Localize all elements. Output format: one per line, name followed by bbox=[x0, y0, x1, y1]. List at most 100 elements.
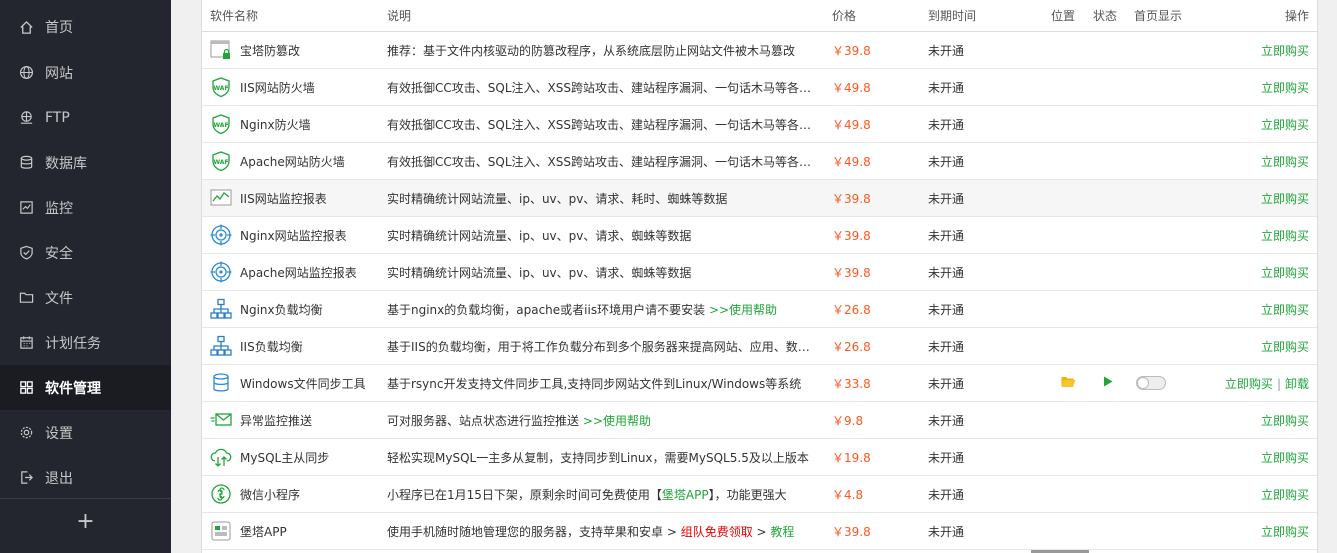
help-link[interactable]: >>使用帮助 bbox=[709, 303, 777, 317]
table-row[interactable]: Nginx网站监控报表 实时精确统计网站流量、ip、uv、pv、请求、蜘蛛等数据 ￥… bbox=[202, 216, 1317, 254]
cell-ops: 立即购买 bbox=[1206, 31, 1317, 69]
team-free-link[interactable]: 组队免费领取 bbox=[681, 525, 753, 539]
buy-now-link[interactable]: 立即购买 bbox=[1261, 414, 1309, 428]
cell-expire: 未开通 bbox=[920, 401, 1043, 439]
buy-now-link[interactable]: 立即购买 bbox=[1261, 488, 1309, 502]
table-row[interactable]: IIS负载均衡 基于IIS的负载均衡，用于将工作负载分布到多个服务器来提高网站、应… bbox=[202, 327, 1317, 365]
cell-price: ￥49.8 bbox=[824, 142, 920, 180]
sidebar-item-10[interactable]: 退出 bbox=[0, 455, 171, 500]
cell-price: ￥39.8 bbox=[824, 253, 920, 291]
cell-desc: 可对服务器、站点状态进行监控推送 >>使用帮助 bbox=[379, 401, 824, 439]
software-name: Apache网站监控报表 bbox=[240, 265, 357, 280]
cell-expire: 未开通 bbox=[920, 438, 1043, 476]
table-row[interactable]: WAF Nginx防火墙 有效抵御CC攻击、SQL注入、XSS跨站攻击、建站程序漏洞… bbox=[202, 105, 1317, 143]
cell-home bbox=[1126, 216, 1206, 254]
cell-status bbox=[1085, 31, 1126, 69]
sidebar-item-label: FTP bbox=[45, 109, 70, 126]
sidebar-menu: 首页网站 FTP 数据库 监控 安全 文件 计划任务 软件管理 设置 退出 bbox=[0, 0, 171, 500]
add-menu-button[interactable]: + bbox=[0, 498, 171, 544]
cell-name: Apache网站监控报表 bbox=[202, 253, 379, 291]
cell-desc: 实时精确统计网站流量、ip、uv、pv、请求、蜘蛛等数据 bbox=[379, 253, 824, 291]
cell-status bbox=[1085, 142, 1126, 180]
sidebar-item-9[interactable]: 设置 bbox=[0, 410, 171, 455]
table-row[interactable]: WAF IIS网站防火墙 有效抵御CC攻击、SQL注入、XSS跨站攻击、建站程序漏洞… bbox=[202, 68, 1317, 106]
buy-now-link[interactable]: 立即购买 bbox=[1261, 81, 1309, 95]
sidebar-item-3[interactable]: 数据库 bbox=[0, 140, 171, 185]
cell-ops: 立即购买 bbox=[1206, 438, 1317, 476]
buy-now-link[interactable]: 立即购买 bbox=[1261, 525, 1309, 539]
sidebar-item-label: 网站 bbox=[45, 65, 73, 82]
price-value: ￥9.8 bbox=[832, 413, 864, 428]
play-icon[interactable] bbox=[1093, 376, 1113, 390]
cell-name: Nginx负载均衡 bbox=[202, 290, 379, 328]
tutorial-link[interactable]: 教程 bbox=[770, 525, 794, 539]
table-row[interactable]: 微信小程序 小程序已在1月15日下架，原剩余时间可免费使用【堡塔APP】，功能更强… bbox=[202, 475, 1317, 513]
expire-value: 未开通 bbox=[928, 302, 965, 317]
cell-ops: 立即购买 bbox=[1206, 512, 1317, 550]
cell-name: Windows文件同步工具 bbox=[202, 364, 379, 402]
sidebar-item-5[interactable]: 安全 bbox=[0, 230, 171, 275]
buy-now-link[interactable]: 立即购买 bbox=[1261, 266, 1309, 280]
cell-name: 异常监控推送 bbox=[202, 401, 379, 439]
software-desc: 推荐：基于文件内核驱动的防篡改程序，从系统底层防止网站文件被木马篡改 bbox=[387, 43, 796, 58]
sidebar-item-4[interactable]: 监控 bbox=[0, 185, 171, 230]
table-row[interactable]: WAF Apache网站防火墙 有效抵御CC攻击、SQL注入、XSS跨站攻击、建站程… bbox=[202, 142, 1317, 180]
sidebar-item-2[interactable]: FTP bbox=[0, 95, 171, 140]
apps-icon bbox=[18, 380, 34, 396]
name-wrap: WAF Apache网站防火墙 bbox=[210, 150, 371, 172]
table-row[interactable]: MySQL主从同步 轻松实现MySQL一主多从复制，支持同步到Linux，需要My… bbox=[202, 438, 1317, 476]
table-row[interactable]: Apache网站监控报表 实时精确统计网站流量、ip、uv、pv、请求、蜘蛛等数据… bbox=[202, 253, 1317, 291]
price-value: ￥26.8 bbox=[832, 339, 871, 354]
buy-now-link[interactable]: 立即购买 bbox=[1261, 229, 1309, 243]
table-row[interactable]: 堡塔APP 使用手机随时随地管理您的服务器，支持苹果和安卓 > 组队免费领取 > … bbox=[202, 512, 1317, 550]
buy-now-link[interactable]: 立即购买 bbox=[1261, 340, 1309, 354]
buy-now-link[interactable]: 立即购买 bbox=[1261, 118, 1309, 132]
cell-name: IIS网站监控报表 bbox=[202, 179, 379, 217]
cell-expire: 未开通 bbox=[920, 475, 1043, 513]
cell-location bbox=[1043, 179, 1085, 217]
software-name: Nginx负载均衡 bbox=[240, 302, 323, 317]
homepage-toggle[interactable] bbox=[1136, 376, 1166, 391]
buy-now-link[interactable]: 立即购买 bbox=[1261, 44, 1309, 58]
name-wrap: Nginx网站监控报表 bbox=[210, 224, 371, 246]
name-wrap: WAF Nginx防火墙 bbox=[210, 113, 371, 135]
uninstall-link[interactable]: 卸载 bbox=[1285, 377, 1309, 391]
software-name: IIS网站防火墙 bbox=[240, 80, 315, 95]
table-row[interactable]: IIS网站监控报表 实时精确统计网站流量、ip、uv、pv、请求、耗时、蜘蛛等数据… bbox=[202, 179, 1317, 217]
cell-home bbox=[1126, 105, 1206, 143]
price-value: ￥39.8 bbox=[832, 524, 871, 539]
sidebar-item-8[interactable]: 软件管理 bbox=[0, 365, 171, 410]
cell-home bbox=[1126, 142, 1206, 180]
cell-status bbox=[1085, 179, 1126, 217]
buy-now-link[interactable]: 立即购买 bbox=[1225, 377, 1273, 391]
table-row[interactable]: Nginx负载均衡 基于nginx的负载均衡，apache或者iis环境用户请不要… bbox=[202, 290, 1317, 328]
table-row[interactable]: 宝塔防篡改 推荐：基于文件内核驱动的防篡改程序，从系统底层防止网站文件被木马篡改 ￥… bbox=[202, 31, 1317, 69]
cell-name: WAF Nginx防火墙 bbox=[202, 105, 379, 143]
cell-name: IIS负载均衡 bbox=[202, 327, 379, 365]
cell-desc: 有效抵御CC攻击、SQL注入、XSS跨站攻击、建站程序漏洞、一句话木马等各种攻击 bbox=[379, 142, 824, 180]
open-folder-icon[interactable] bbox=[1051, 376, 1076, 391]
sidebar-item-6[interactable]: 文件 bbox=[0, 275, 171, 320]
sidebar: 首页网站 FTP 数据库 监控 安全 文件 计划任务 软件管理 设置 退出 + bbox=[0, 0, 171, 553]
expire-value: 未开通 bbox=[928, 376, 965, 391]
buy-now-link[interactable]: 立即购买 bbox=[1261, 451, 1309, 465]
cell-name: Nginx网站监控报表 bbox=[202, 216, 379, 254]
cell-desc: 基于nginx的负载均衡，apache或者iis环境用户请不要安装 >>使用帮助 bbox=[379, 290, 824, 328]
sidebar-item-7[interactable]: 计划任务 bbox=[0, 320, 171, 365]
buy-now-link[interactable]: 立即购买 bbox=[1261, 303, 1309, 317]
sidebar-item-0[interactable]: 首页 bbox=[0, 0, 171, 50]
name-wrap: Nginx负载均衡 bbox=[210, 298, 371, 320]
sidebar-item-1[interactable]: 网站 bbox=[0, 50, 171, 95]
header-status: 状态 bbox=[1085, 0, 1126, 32]
header-desc: 说明 bbox=[379, 0, 824, 32]
app-link[interactable]: 堡塔APP bbox=[662, 488, 709, 502]
price-value: ￥33.8 bbox=[832, 376, 871, 391]
buy-now-link[interactable]: 立即购买 bbox=[1261, 192, 1309, 206]
buy-now-link[interactable]: 立即购买 bbox=[1261, 155, 1309, 169]
table-row[interactable]: 异常监控推送 可对服务器、站点状态进行监控推送 >>使用帮助 ￥9.8 未开通 立即购买 bbox=[202, 401, 1317, 439]
help-link[interactable]: >>使用帮助 bbox=[583, 414, 651, 428]
name-wrap: 异常监控推送 bbox=[210, 409, 371, 431]
price-value: ￥4.8 bbox=[832, 487, 864, 502]
table-row[interactable]: Windows文件同步工具 基于rsync开发支持文件同步工具,支持同步网站文件到… bbox=[202, 364, 1317, 402]
cell-home bbox=[1126, 327, 1206, 365]
